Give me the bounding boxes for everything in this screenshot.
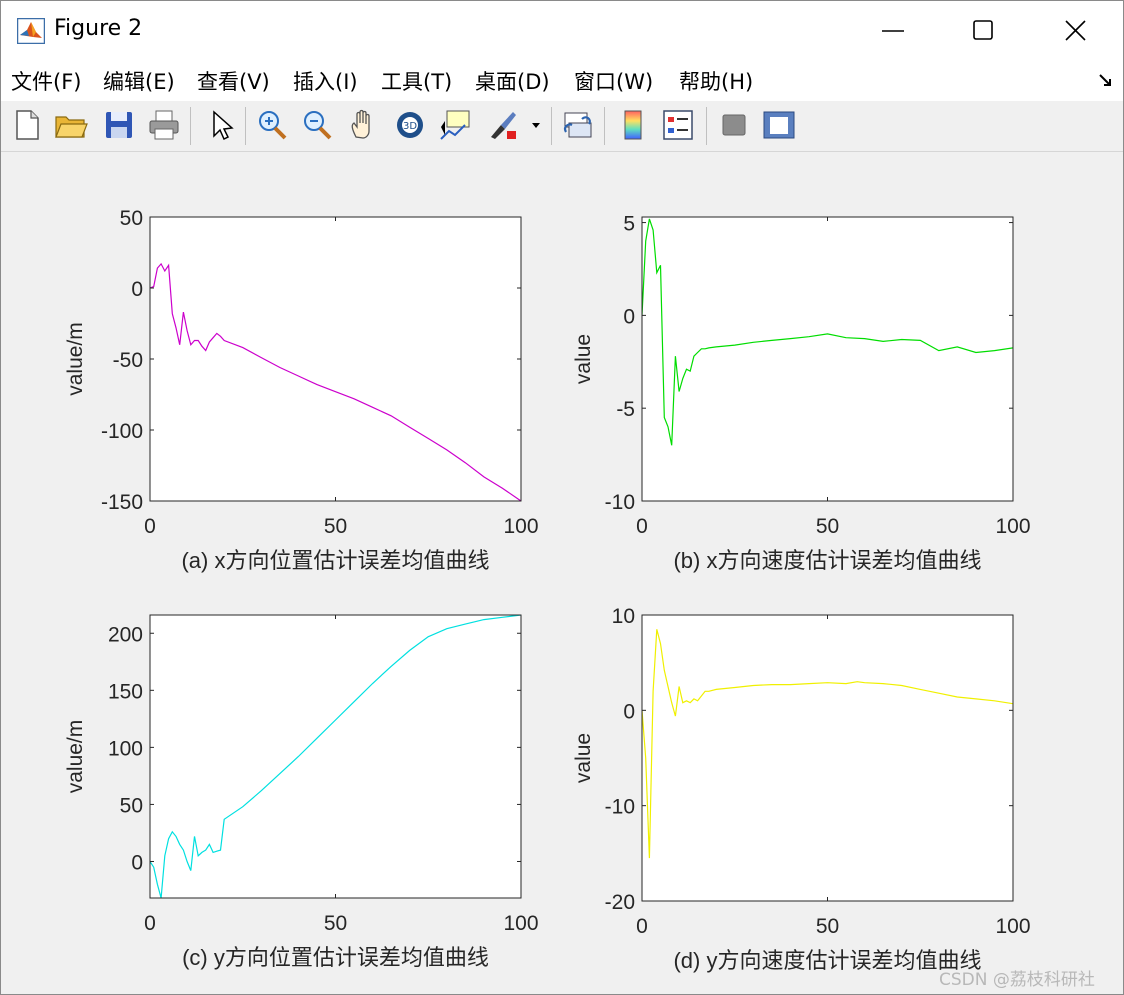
plot-area — [642, 217, 1013, 501]
link-plot-icon[interactable] — [560, 107, 596, 143]
figure-window: Figure 2 文件(F) 编辑(E) 查看(V) 插入(I) 工具(T) 桌… — [0, 0, 1124, 995]
subplot-d[interactable]: 0 50 100100-10-20value(d) y方向速度估计误差均值曲线 — [572, 605, 1031, 973]
y-tick-label: -150 — [101, 491, 143, 514]
brush-icon[interactable] — [485, 107, 521, 143]
toolbar-separator — [245, 107, 246, 145]
y-tick-label: 0 — [623, 700, 635, 723]
y-tick-label: 100 — [108, 737, 143, 760]
y-tick-label: 50 — [120, 207, 143, 230]
y-tick-label: -10 — [605, 491, 635, 514]
subplot-c[interactable]: 0 50 100 200 150 100 50 0 value/m (c) y方向位置估计误差均值… — [64, 614, 539, 970]
dock-arrow-icon[interactable] — [1097, 71, 1115, 89]
menu-window[interactable]: 窗口(W) — [574, 66, 653, 96]
x-tick-label: 0 — [636, 515, 648, 538]
pan-icon[interactable] — [346, 107, 382, 143]
y-tick-label: -10 — [605, 796, 635, 819]
x-tick-label: 0 — [144, 515, 156, 538]
menu-edit[interactable]: 编辑(E) — [103, 66, 175, 96]
x-tick-label: 0 — [144, 912, 156, 935]
y-tick-label: -50 — [113, 349, 143, 372]
menu-tools[interactable]: 工具(T) — [381, 66, 452, 96]
figure-canvas: 0 50 100500-50-100-150value/m(a) x方向位置估计误差… — [64, 207, 1031, 973]
watermark: CSDN @荔枝科研社 — [939, 970, 1095, 990]
y-tick-label: 50 — [120, 794, 143, 817]
x-tick-label: 100 — [503, 515, 538, 538]
x-tick-label: 0 — [636, 915, 648, 938]
y-tick-label: 0 — [131, 851, 143, 874]
plot-area — [150, 217, 521, 501]
new-file-icon[interactable] — [9, 107, 45, 143]
y-tick-label: 0 — [131, 278, 143, 301]
x-tick-label: 100 — [995, 915, 1030, 938]
save-icon[interactable] — [101, 107, 137, 143]
x-tick-label: 50 — [324, 515, 347, 538]
y-tick-label: -100 — [101, 420, 143, 443]
toolbar-separator — [190, 107, 191, 145]
toolbar-separator — [551, 107, 552, 145]
y-tick-label: 150 — [108, 680, 143, 703]
menu-file[interactable]: 文件(F) — [11, 66, 81, 96]
maximize-button[interactable] — [937, 1, 1029, 59]
brush-dropdown-icon[interactable] — [529, 107, 543, 143]
y-axis-label: value/m — [64, 720, 87, 794]
subplot-b[interactable]: 0 50 10050-5-10value(b) x方向速度估计误差均值曲线 — [572, 213, 1031, 573]
y-axis-label: value — [572, 733, 595, 783]
y-tick-label: 10 — [612, 605, 635, 628]
y-axis-label: value — [572, 334, 595, 384]
pointer-icon[interactable] — [203, 107, 239, 143]
menu-insert[interactable]: 插入(I) — [293, 66, 358, 96]
toolbar: 3D — [1, 101, 1123, 152]
zoom-in-icon[interactable] — [254, 107, 290, 143]
minimize-button[interactable] — [847, 1, 939, 59]
subplot-caption: (a) x方向位置估计误差均值曲线 — [181, 548, 489, 573]
title-bar: Figure 2 — [1, 1, 1123, 59]
menu-help[interactable]: 帮助(H) — [679, 66, 753, 96]
x-tick-label: 50 — [816, 915, 839, 938]
x-tick-label: 50 — [816, 515, 839, 538]
x-tick-label: 100 — [995, 515, 1030, 538]
x-tick-label: 50 — [324, 912, 347, 935]
subplot-caption: (b) x方向速度估计误差均值曲线 — [673, 548, 981, 573]
show-plot-tools-icon[interactable] — [761, 107, 797, 143]
hide-plot-tools-icon[interactable] — [716, 107, 752, 143]
open-file-icon[interactable] — [53, 107, 89, 143]
matlab-icon — [17, 18, 45, 44]
subplot-caption: (c) y方向位置估计误差均值曲线 — [182, 945, 489, 970]
rotate-3d-icon[interactable]: 3D — [392, 107, 428, 143]
x-tick-label: 100 — [503, 912, 538, 935]
toolbar-separator — [706, 107, 707, 145]
window-title: Figure 2 — [54, 16, 143, 41]
subplot-caption: (d) y方向速度估计误差均值曲线 — [673, 948, 981, 973]
menu-desktop[interactable]: 桌面(D) — [475, 66, 550, 96]
y-tick-label: 200 — [108, 623, 143, 646]
close-button[interactable] — [1029, 1, 1121, 59]
toolbar-separator — [604, 107, 605, 145]
y-tick-label: -20 — [605, 891, 635, 914]
y-tick-label: -5 — [616, 398, 635, 421]
print-icon[interactable] — [146, 107, 182, 143]
menu-bar: 文件(F) 编辑(E) 查看(V) 插入(I) 工具(T) 桌面(D) 窗口(W… — [1, 59, 1123, 101]
colorbar-icon[interactable] — [615, 107, 651, 143]
y-tick-label: 0 — [623, 305, 635, 328]
plot-area — [150, 615, 521, 898]
legend-icon[interactable] — [660, 107, 696, 143]
data-cursor-icon[interactable] — [437, 107, 473, 143]
y-tick-label: 5 — [623, 213, 635, 236]
menu-view[interactable]: 查看(V) — [197, 66, 270, 96]
subplot-a[interactable]: 0 50 100 50 0 -50 -100 -150 value/m (a) x方向位置估计误差… — [64, 207, 539, 573]
zoom-out-icon[interactable] — [299, 107, 335, 143]
svg-text:3D: 3D — [403, 121, 417, 132]
plot-area — [642, 615, 1013, 901]
y-axis-label: value/m — [64, 322, 87, 396]
